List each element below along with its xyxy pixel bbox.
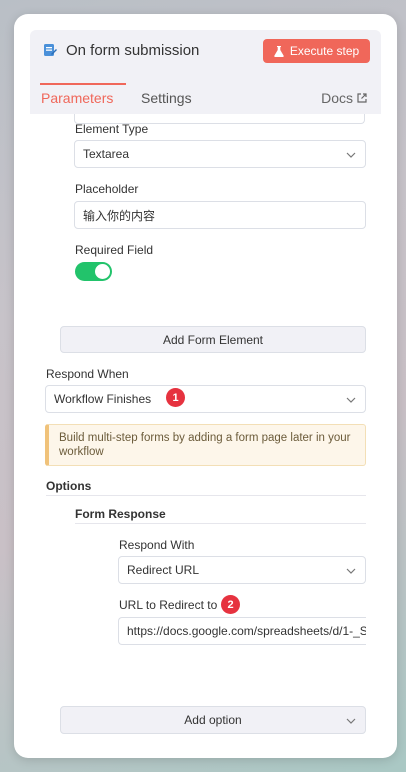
toggle-knob [95, 264, 110, 279]
execute-step-label: Execute step [289, 44, 360, 58]
options-divider [46, 495, 366, 496]
tab-parameters[interactable]: Parameters [41, 90, 113, 106]
respond-with-select[interactable]: Redirect URL [118, 556, 366, 584]
add-option-label: Add option [184, 713, 242, 727]
respond-when-select[interactable]: Workflow Finishes [45, 385, 366, 413]
node-settings-panel: On form submission Execute step Paramete… [14, 14, 397, 758]
chevron-down-icon [346, 152, 356, 158]
external-link-icon [357, 93, 367, 103]
placeholder-value: 输入你的内容 [83, 208, 156, 223]
redirect-url-input[interactable]: https://docs.google.com/spreadsheets/d/1… [118, 617, 366, 645]
element-type-select[interactable]: Textarea [74, 140, 366, 168]
tab-bar: Parameters Settings Docs [30, 74, 381, 114]
flask-icon [274, 45, 284, 57]
required-field-label: Required Field [75, 243, 154, 257]
panel-header: On form submission Execute step Paramete… [30, 30, 381, 114]
element-type-value: Textarea [83, 147, 130, 161]
required-field-toggle[interactable] [75, 262, 112, 281]
execute-step-button[interactable]: Execute step [263, 39, 370, 63]
redirect-url-value: https://docs.google.com/spreadsheets/d/1… [127, 624, 366, 638]
element-type-label: Element Type [75, 122, 149, 136]
docs-label: Docs [321, 90, 353, 106]
annotation-badge-2: 2 [221, 595, 240, 614]
placeholder-label: Placeholder [75, 182, 139, 196]
chevron-down-icon [346, 568, 356, 574]
placeholder-input[interactable]: 输入你的内容 [74, 201, 366, 229]
tab-settings[interactable]: Settings [141, 90, 192, 106]
multi-step-notice: Build multi-step forms by adding a form … [45, 424, 366, 466]
title-row: On form submission Execute step [30, 30, 381, 74]
chevron-down-icon [346, 718, 356, 724]
annotation-badge-1: 1 [166, 388, 185, 407]
add-form-element-button[interactable]: Add Form Element [60, 326, 366, 353]
options-title: Options [46, 479, 92, 493]
chevron-down-icon [346, 397, 356, 403]
form-response-title: Form Response [75, 507, 166, 521]
respond-when-label: Respond When [46, 367, 129, 381]
redirect-url-label: URL to Redirect to [119, 598, 218, 612]
form-node-icon [44, 44, 57, 56]
active-tab-indicator [40, 83, 126, 85]
node-title: On form submission [66, 42, 200, 59]
respond-with-value: Redirect URL [127, 563, 200, 577]
respond-with-label: Respond With [119, 538, 195, 552]
add-option-button[interactable]: Add option [60, 706, 366, 734]
docs-link[interactable]: Docs [321, 90, 367, 106]
form-response-divider [75, 523, 366, 524]
respond-when-value: Workflow Finishes [54, 392, 152, 406]
